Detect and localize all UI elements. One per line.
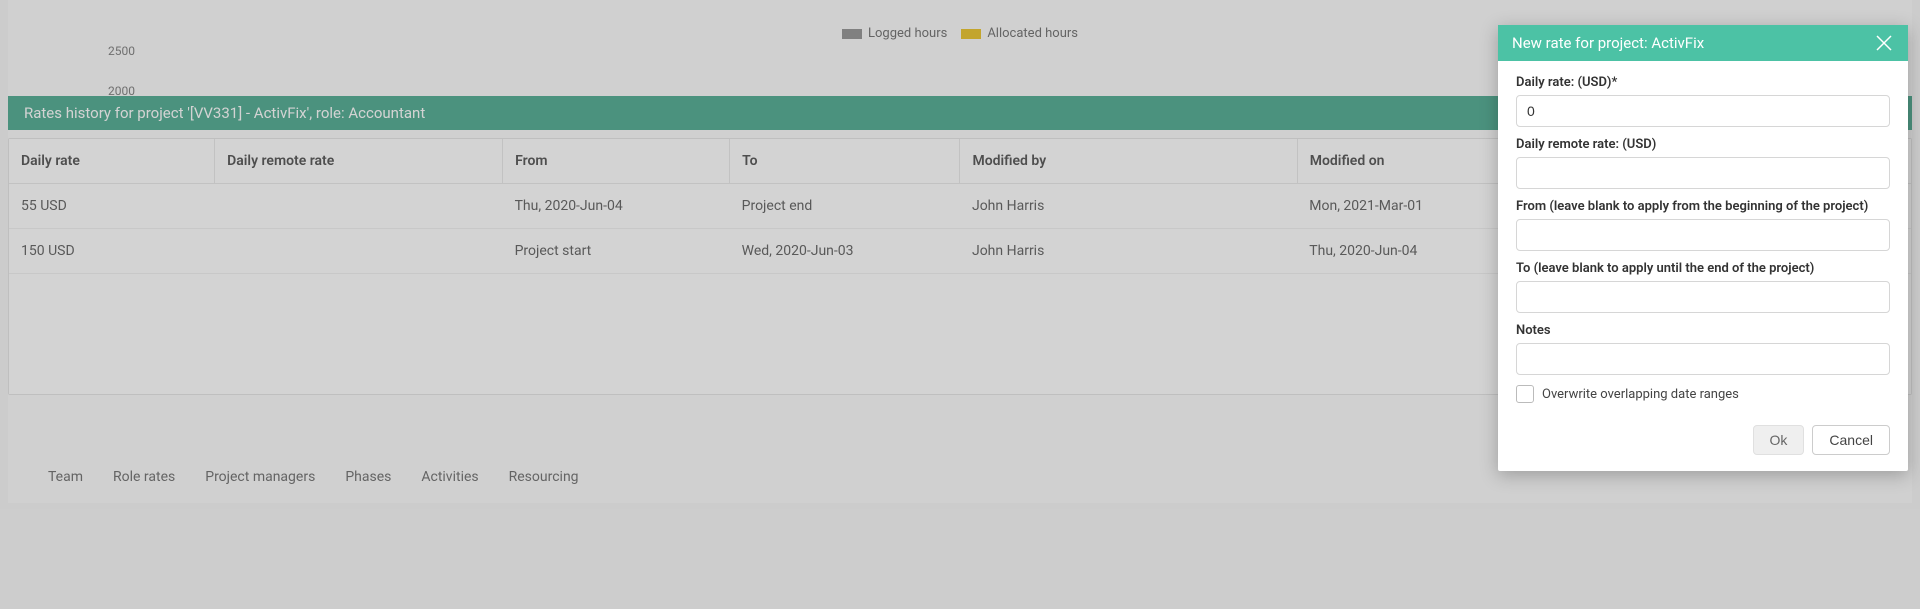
overwrite-label[interactable]: Overwrite overlapping date ranges <box>1542 387 1739 402</box>
cell-to: Wed, 2020-Jun-03 <box>730 229 960 274</box>
th-modified-by[interactable]: Modified by <box>960 139 1297 184</box>
form-group-to: To (leave blank to apply until the end o… <box>1516 261 1890 313</box>
chart-y-tick: 2500 2000 <box>108 44 135 98</box>
cell-modified-on: Mon, 2021-Mar-01 <box>1297 184 1524 229</box>
th-modified-on[interactable]: Modified on <box>1297 139 1524 184</box>
form-group-daily-remote-rate: Daily remote rate: (USD) <box>1516 137 1890 189</box>
cell-from: Project start <box>503 229 730 274</box>
form-group-from: From (leave blank to apply from the begi… <box>1516 199 1890 251</box>
legend-allocated-hours: Allocated hours <box>961 26 1078 41</box>
axis-tick-2500: 2500 <box>108 44 135 58</box>
legend-label-allocated: Allocated hours <box>987 26 1078 41</box>
cell-modified-by: John Harris <box>960 229 1297 274</box>
legend-swatch-grey <box>842 29 862 39</box>
daily-remote-rate-label: Daily remote rate: (USD) <box>1516 137 1890 152</box>
daily-rate-field[interactable] <box>1516 95 1890 127</box>
cell-modified-by: John Harris <box>960 184 1297 229</box>
modal-header: New rate for project: ActivFix <box>1498 25 1908 61</box>
tab-activities[interactable]: Activities <box>421 469 478 485</box>
from-label: From (leave blank to apply from the begi… <box>1516 199 1890 214</box>
tab-role-rates[interactable]: Role rates <box>113 469 175 485</box>
legend-swatch-yellow <box>961 29 981 39</box>
ok-button[interactable]: Ok <box>1753 425 1805 455</box>
form-group-daily-rate: Daily rate: (USD)* <box>1516 75 1890 127</box>
modal-body: Daily rate: (USD)* Daily remote rate: (U… <box>1498 61 1908 415</box>
overwrite-checkbox[interactable] <box>1516 385 1534 403</box>
section-title: Rates history for project '[VV331] - Act… <box>24 104 425 122</box>
notes-label: Notes <box>1516 323 1890 338</box>
notes-field[interactable] <box>1516 343 1890 375</box>
daily-remote-rate-field[interactable] <box>1516 157 1890 189</box>
th-daily-rate[interactable]: Daily rate <box>9 139 215 184</box>
from-field[interactable] <box>1516 219 1890 251</box>
axis-tick-2000: 2000 <box>108 84 135 98</box>
cell-to: Project end <box>730 184 960 229</box>
to-label: To (leave blank to apply until the end o… <box>1516 261 1890 276</box>
th-from[interactable]: From <box>503 139 730 184</box>
legend-label-logged: Logged hours <box>868 26 947 41</box>
new-rate-modal: New rate for project: ActivFix Daily rat… <box>1498 25 1908 471</box>
tab-project-managers[interactable]: Project managers <box>205 469 315 485</box>
cell-daily-remote-rate <box>215 184 503 229</box>
tab-phases[interactable]: Phases <box>345 469 391 485</box>
th-to[interactable]: To <box>730 139 960 184</box>
cell-modified-on: Thu, 2020-Jun-04 <box>1297 229 1524 274</box>
overwrite-checkbox-row: Overwrite overlapping date ranges <box>1516 385 1890 403</box>
cell-daily-remote-rate <box>215 229 503 274</box>
form-group-notes: Notes <box>1516 323 1890 375</box>
close-icon[interactable] <box>1874 33 1894 53</box>
cancel-button[interactable]: Cancel <box>1812 425 1890 455</box>
daily-rate-label: Daily rate: (USD)* <box>1516 75 1890 90</box>
cell-daily-rate: 150 USD <box>9 229 215 274</box>
to-field[interactable] <box>1516 281 1890 313</box>
modal-footer: Ok Cancel <box>1498 415 1908 471</box>
th-daily-remote-rate[interactable]: Daily remote rate <box>215 139 503 184</box>
modal-title: New rate for project: ActivFix <box>1512 34 1704 52</box>
cell-daily-rate: 55 USD <box>9 184 215 229</box>
legend-logged-hours: Logged hours <box>842 26 947 41</box>
cell-from: Thu, 2020-Jun-04 <box>503 184 730 229</box>
tab-resourcing[interactable]: Resourcing <box>509 469 579 485</box>
tab-team[interactable]: Team <box>48 469 83 485</box>
